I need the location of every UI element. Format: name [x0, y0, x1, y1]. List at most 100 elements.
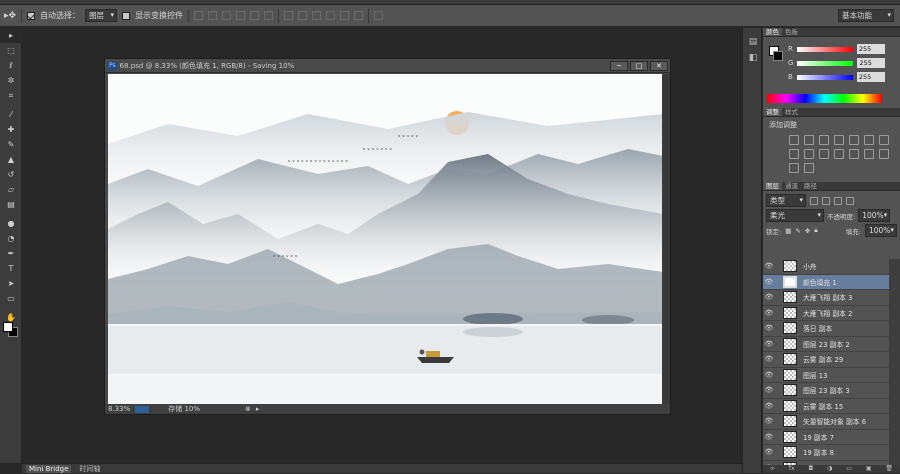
distribute-top-icon[interactable]	[284, 11, 294, 20]
visibility-eye-icon[interactable]: 👁︎	[763, 355, 775, 363]
tab-channels[interactable]: 通道	[782, 182, 801, 190]
stamp-tool-icon[interactable]: ▲	[0, 152, 22, 167]
selective-color-icon[interactable]	[789, 163, 799, 173]
black-white-icon[interactable]	[789, 149, 799, 159]
align-left-icon[interactable]	[236, 11, 246, 20]
posterize-icon[interactable]	[864, 149, 874, 159]
marquee-tool-icon[interactable]: ⬚	[0, 43, 22, 58]
kind-filter-dropdown[interactable]: 类型	[766, 194, 806, 207]
visibility-eye-icon[interactable]: 👁︎	[763, 324, 775, 332]
lock-pixels-icon[interactable]: ✎	[795, 227, 800, 235]
tab-paths[interactable]: 路径	[801, 182, 820, 190]
close-button[interactable]: ✕	[650, 60, 668, 71]
channel-slider[interactable]	[797, 60, 854, 66]
distribute-bottom-icon[interactable]	[312, 11, 322, 20]
layer-row[interactable]: 👁︎ 大雁飞翔 副本 3	[763, 290, 889, 306]
color-lookup-icon[interactable]	[834, 149, 844, 159]
new-group-icon[interactable]: ▭	[846, 465, 852, 473]
filter-pixel-icon[interactable]	[810, 196, 818, 205]
history-icon[interactable]: ▤	[743, 34, 763, 50]
layer-row[interactable]: 👁︎ 大雁飞翔 副本 2	[763, 306, 889, 321]
photo-filter-icon[interactable]	[804, 149, 814, 159]
layer-style-icon[interactable]: fx	[789, 465, 795, 473]
properties-icon[interactable]: ◧	[743, 50, 763, 66]
visibility-eye-icon[interactable]: 👁︎	[763, 386, 775, 394]
visibility-eye-icon[interactable]: 👁︎	[763, 448, 775, 456]
align-hcenter-icon[interactable]	[250, 11, 260, 20]
align-bottom-icon[interactable]	[222, 11, 232, 20]
opacity-input[interactable]: 100%	[858, 209, 891, 222]
layer-row[interactable]: 👁︎ 云雾 副本 29	[763, 352, 889, 368]
delete-layer-icon[interactable]: 🗑︎	[885, 465, 893, 473]
color-balance-icon[interactable]	[879, 135, 889, 145]
tab-timeline[interactable]: 时间轴	[79, 464, 100, 474]
tab-swatches[interactable]: 色板	[782, 28, 801, 36]
brightness-icon[interactable]	[789, 135, 799, 145]
tab-styles[interactable]: 样式	[782, 108, 801, 116]
auto-select-checkbox[interactable]	[27, 11, 36, 20]
layer-row[interactable]: 👁︎ 颜色填充 1	[763, 274, 889, 290]
lock-position-icon[interactable]: ✥	[805, 227, 810, 235]
move-tool-preset-icon[interactable]: ▸✥	[4, 11, 16, 21]
layer-row[interactable]: 👁︎ 图层 13	[763, 368, 889, 383]
magic-wand-tool-icon[interactable]: ✲	[0, 73, 22, 88]
path-select-tool-icon[interactable]: ➤	[0, 276, 22, 291]
layer-row[interactable]: 👁︎ 矢量智能对象 副本 6	[763, 414, 889, 430]
align-vcenter-icon[interactable]	[208, 11, 218, 20]
dodge-tool-icon[interactable]: ◔	[0, 231, 22, 246]
layer-row[interactable]: 👁︎ 落日 副本	[763, 321, 889, 337]
lock-all-icon[interactable]: 🔒︎	[814, 226, 817, 235]
eyedropper-tool-icon[interactable]: ⁄	[0, 107, 22, 122]
invert-icon[interactable]	[849, 149, 859, 159]
lasso-tool-icon[interactable]: ℓ	[0, 58, 22, 73]
zoom-level[interactable]: 8.33%	[108, 405, 130, 413]
eraser-tool-icon[interactable]: ▱	[0, 182, 22, 197]
vertical-scrollbar[interactable]	[662, 74, 670, 406]
threshold-icon[interactable]	[879, 149, 889, 159]
channel-value-input[interactable]: 255	[856, 72, 885, 82]
healing-tool-icon[interactable]: ✚	[0, 122, 22, 137]
new-layer-icon[interactable]: ▣	[866, 465, 872, 473]
auto-align-icon[interactable]	[374, 11, 384, 20]
tab-mini-bridge[interactable]: Mini Bridge	[26, 464, 72, 473]
gradient-map-icon[interactable]	[804, 163, 814, 173]
move-tool-icon[interactable]: ▸	[0, 28, 22, 43]
distribute-right-icon[interactable]	[354, 11, 364, 20]
show-transform-checkbox[interactable]	[122, 11, 131, 20]
levels-icon[interactable]	[804, 135, 814, 145]
status-menu-icon[interactable]: ▸	[256, 405, 260, 413]
blend-mode-dropdown[interactable]: 柔光	[766, 209, 824, 222]
document-tab[interactable]: Ps 68.psd @ 8.33% (颜色填充 1, RGB/8) - Savi…	[105, 59, 670, 73]
channel-value-input[interactable]: 255	[856, 44, 885, 54]
layer-row[interactable]: 👁︎ 云雾 副本 15	[763, 399, 889, 414]
history-brush-tool-icon[interactable]: ↺	[0, 167, 22, 182]
layers-scrollbar[interactable]	[889, 259, 900, 467]
lock-transparent-icon[interactable]: ▦	[785, 227, 791, 235]
channel-mixer-icon[interactable]	[819, 149, 829, 159]
add-mask-icon[interactable]: ◘	[808, 465, 813, 473]
type-tool-icon[interactable]: T	[0, 261, 22, 276]
distribute-hcenter-icon[interactable]	[340, 11, 350, 20]
distribute-vcenter-icon[interactable]	[298, 11, 308, 20]
hue-saturation-icon[interactable]	[864, 135, 874, 145]
link-layers-icon[interactable]: ∞	[770, 465, 775, 473]
distribute-left-icon[interactable]	[326, 11, 336, 20]
filter-adjust-icon[interactable]	[822, 196, 830, 205]
visibility-eye-icon[interactable]: 👁︎	[763, 278, 775, 286]
align-top-icon[interactable]	[194, 11, 204, 20]
channel-slider[interactable]	[796, 46, 853, 52]
new-adjustment-icon[interactable]: ◑	[827, 465, 832, 473]
tab-layers[interactable]: 图层	[763, 182, 782, 190]
blur-tool-icon[interactable]: ●	[0, 216, 22, 231]
canvas[interactable]: ᵛ ᵛ ᵛ ᵛ ᵛ ᵛ ᵛ ᵛ ᵛ ᵛ ᵛ ᵛ ᵛ ᵛ ᵛ ᵛ ᵛ ᵛ ᵛ ᵛ …	[108, 74, 663, 406]
visibility-eye-icon[interactable]: 👁︎	[763, 293, 775, 301]
cancel-save-icon[interactable]: ⊗	[245, 405, 251, 413]
filter-shape-icon[interactable]	[846, 196, 854, 205]
visibility-eye-icon[interactable]: 👁︎	[763, 402, 775, 410]
visibility-eye-icon[interactable]: 👁︎	[763, 262, 775, 270]
visibility-eye-icon[interactable]: 👁︎	[763, 340, 775, 348]
curves-icon[interactable]	[819, 135, 829, 145]
layer-row[interactable]: 👁︎ 19 副本 7	[763, 430, 889, 445]
visibility-eye-icon[interactable]: 👁︎	[763, 417, 775, 425]
gradient-tool-icon[interactable]: ▤	[0, 197, 22, 212]
